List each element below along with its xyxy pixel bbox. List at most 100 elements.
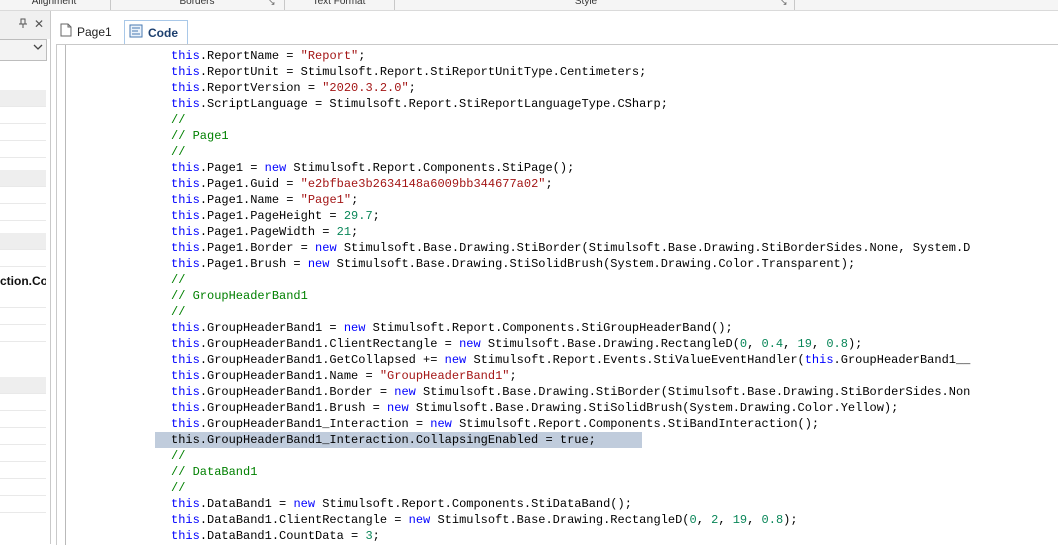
page-icon: [60, 21, 72, 45]
code-token: this: [171, 401, 200, 415]
code-line[interactable]: this.GroupHeaderBand1_Interaction.Collap…: [171, 432, 596, 448]
code-token: DataBand1.ClientRectangle =: [207, 513, 409, 527]
code-line[interactable]: this.DataBand1.CountData = 3;: [171, 528, 380, 544]
code-token: // GroupHeaderBand1: [171, 289, 308, 303]
code-line[interactable]: this.ScriptLanguage = Stimulsoft.Report.…: [171, 96, 668, 112]
code-token: this: [171, 497, 200, 511]
code-token: //: [171, 145, 186, 159]
code-token: Stimulsoft.Base.Drawing.RectangleD(: [430, 513, 690, 527]
code-line[interactable]: this.Page1.Border = new Stimulsoft.Base.…: [171, 240, 970, 256]
code-token: new: [387, 401, 409, 415]
code-line[interactable]: this.Page1.Name = "Page1";: [171, 192, 358, 208]
code-line[interactable]: // Page1: [171, 128, 229, 144]
code-token: ;: [408, 81, 416, 95]
property-row[interactable]: [0, 496, 46, 513]
code-line[interactable]: this.GroupHeaderBand1.Brush = new Stimul…: [171, 400, 898, 416]
property-row[interactable]: [0, 204, 46, 221]
code-line[interactable]: this.GroupHeaderBand1 = new Stimulsoft.R…: [171, 320, 733, 336]
code-line[interactable]: // GroupHeaderBand1: [171, 288, 308, 304]
code-line[interactable]: this.ReportName = "Report";: [171, 48, 365, 64]
editor-gutter: [65, 45, 66, 545]
code-icon: [129, 22, 143, 46]
property-row[interactable]: [0, 394, 46, 411]
code-token: Page1.Name =: [207, 193, 301, 207]
code-token: // Page1: [171, 129, 229, 143]
code-token: this: [171, 513, 200, 527]
code-line[interactable]: //: [171, 480, 185, 496]
property-row[interactable]: [0, 187, 46, 204]
property-row[interactable]: [0, 462, 46, 479]
property-category[interactable]: [0, 170, 46, 187]
property-row[interactable]: [0, 411, 46, 428]
code-line[interactable]: this.DataBand1 = new Stimulsoft.Report.C…: [171, 496, 632, 512]
property-row[interactable]: [0, 250, 46, 267]
property-row[interactable]: [0, 479, 46, 496]
code-token: .: [199, 401, 208, 415]
code-token: this: [171, 193, 200, 207]
code-token: this: [171, 49, 200, 63]
code-line[interactable]: this.Page1.PageWidth = 21;: [171, 224, 358, 240]
code-line[interactable]: this.Page1.Brush = new Stimulsoft.Base.D…: [171, 256, 855, 272]
code-token: ;: [358, 49, 366, 63]
code-line[interactable]: //: [171, 304, 185, 320]
code-line[interactable]: this.GroupHeaderBand1.Border = new Stimu…: [171, 384, 970, 400]
dialog-launcher-icon[interactable]: ↘: [268, 0, 276, 8]
code-token: 0.8: [826, 337, 848, 351]
code-line[interactable]: this.ReportUnit = Stimulsoft.Report.StiR…: [171, 64, 646, 80]
code-line[interactable]: this.Page1.Guid = "e2bfbae3b2634148a6009…: [171, 176, 553, 192]
code-token: 21: [336, 225, 352, 239]
code-line[interactable]: this.Page1.PageHeight = 29.7;: [171, 208, 380, 224]
code-token: Stimulsoft.Report.Components.StiGroupHea…: [365, 321, 733, 335]
code-token: .: [199, 321, 208, 335]
property-row[interactable]: [0, 325, 46, 342]
property-row[interactable]: [0, 291, 46, 308]
property-label: ction.Col: [0, 274, 46, 288]
property-category[interactable]: [0, 233, 46, 250]
code-token: new: [408, 513, 431, 527]
code-token: this: [171, 385, 200, 399]
tab-label: Page1: [77, 25, 112, 39]
pin-icon[interactable]: [18, 18, 28, 32]
property-row[interactable]: [0, 428, 46, 445]
code-token: this: [171, 257, 200, 271]
code-token: Stimulsoft.Report.Components.StiPage();: [286, 161, 575, 175]
tab-code[interactable]: Code: [124, 20, 188, 45]
code-token: ,: [811, 337, 827, 351]
close-icon[interactable]: ✕: [34, 17, 44, 31]
code-token: //: [171, 273, 186, 287]
code-line[interactable]: this.GroupHeaderBand1_Interaction = new …: [171, 416, 819, 432]
property-category[interactable]: [0, 377, 46, 394]
property-row[interactable]: [0, 107, 46, 124]
code-line[interactable]: //: [171, 448, 185, 464]
code-token: this: [804, 353, 834, 367]
code-token: ReportVersion =: [207, 81, 323, 95]
tab-page1[interactable]: Page1: [60, 20, 122, 44]
chevron-down-icon[interactable]: [33, 43, 43, 54]
code-editor[interactable]: this.ReportName = "Report"; this.ReportUn…: [56, 44, 1058, 545]
code-line[interactable]: this.GroupHeaderBand1.GetCollapsed += ne…: [171, 352, 970, 368]
code-token: .: [199, 257, 208, 271]
code-token: ;: [351, 193, 359, 207]
property-row[interactable]: [0, 445, 46, 462]
code-line[interactable]: //: [171, 112, 185, 128]
code-line[interactable]: this.Page1 = new Stimulsoft.Report.Compo…: [171, 160, 574, 176]
code-line[interactable]: // DataBand1: [171, 464, 257, 480]
code-line[interactable]: //: [171, 144, 185, 160]
code-token: "Report": [300, 49, 359, 63]
code-token: 0: [689, 513, 697, 527]
code-token: 0.4: [761, 337, 784, 351]
code-line[interactable]: //: [171, 272, 185, 288]
code-token: this: [171, 321, 200, 335]
code-token: ReportName =: [207, 49, 301, 63]
code-line[interactable]: this.ReportVersion = "2020.3.2.0";: [171, 80, 416, 96]
code-line[interactable]: this.GroupHeaderBand1.ClientRectangle = …: [171, 336, 862, 352]
component-selector[interactable]: [0, 39, 47, 61]
property-row[interactable]: [0, 124, 46, 141]
property-row[interactable]: [0, 141, 46, 158]
code-line[interactable]: this.DataBand1.ClientRectangle = new Sti…: [171, 512, 798, 528]
property-category[interactable]: [0, 90, 46, 107]
code-line[interactable]: this.GroupHeaderBand1.Name = "GroupHeade…: [171, 368, 517, 384]
property-row[interactable]: [0, 308, 46, 325]
code-token: new: [444, 353, 467, 367]
dialog-launcher-icon[interactable]: ↘: [780, 0, 788, 8]
